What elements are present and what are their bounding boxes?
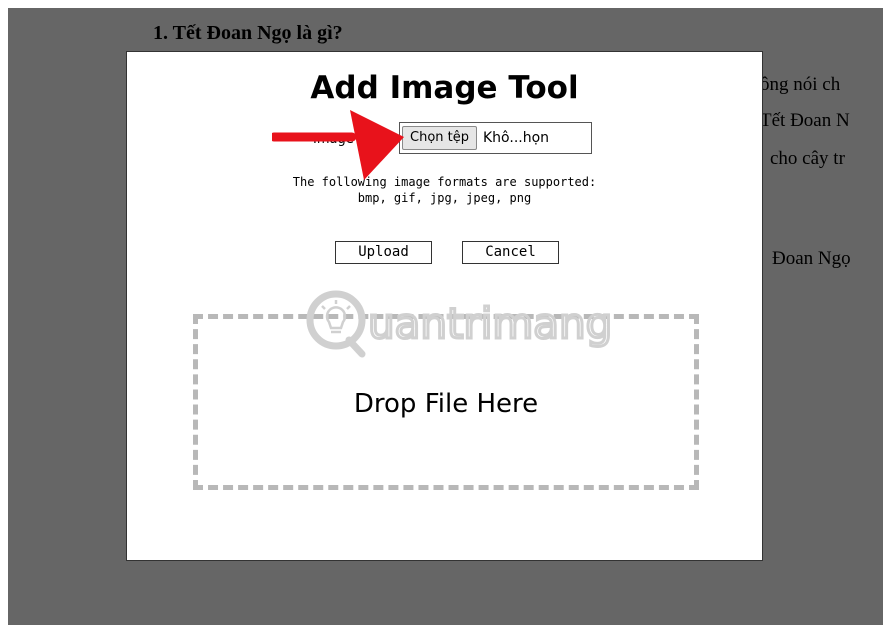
quantrimang-watermark: uantrimang <box>306 290 614 358</box>
background-heading: 1. Tết Đoan Ngọ là gì? <box>153 22 343 44</box>
lightbulb-icon <box>321 300 351 334</box>
formats-intro: The following image formats are supporte… <box>292 175 597 189</box>
selected-file-name: Khô...họn <box>483 130 550 146</box>
upload-button[interactable]: Upload <box>335 241 432 264</box>
drop-zone-label: Drop File Here <box>353 389 539 419</box>
background-text-line: cho cây tr <box>770 148 845 169</box>
cancel-button[interactable]: Cancel <box>462 241 559 264</box>
formats-list: bmp, gif, jpg, jpeg, png <box>357 191 532 205</box>
watermark-q-tail <box>345 336 366 358</box>
arrow-head-icon <box>350 110 404 180</box>
choose-file-button[interactable]: Chọn tệp <box>402 126 477 150</box>
background-text-line: Tết Đoan N <box>760 110 850 131</box>
background-text-line: Đoan Ngọ <box>772 248 851 269</box>
background-text-line: ông nói ch <box>760 74 841 95</box>
red-arrow-annotation <box>272 110 404 180</box>
supported-formats-text: The following image formats are supporte… <box>127 174 762 206</box>
file-input[interactable]: Chọn tệp Khô...họn <box>399 122 592 154</box>
dialog-title: Add Image Tool <box>310 70 579 106</box>
watermark-text: uantrimang <box>368 299 612 348</box>
